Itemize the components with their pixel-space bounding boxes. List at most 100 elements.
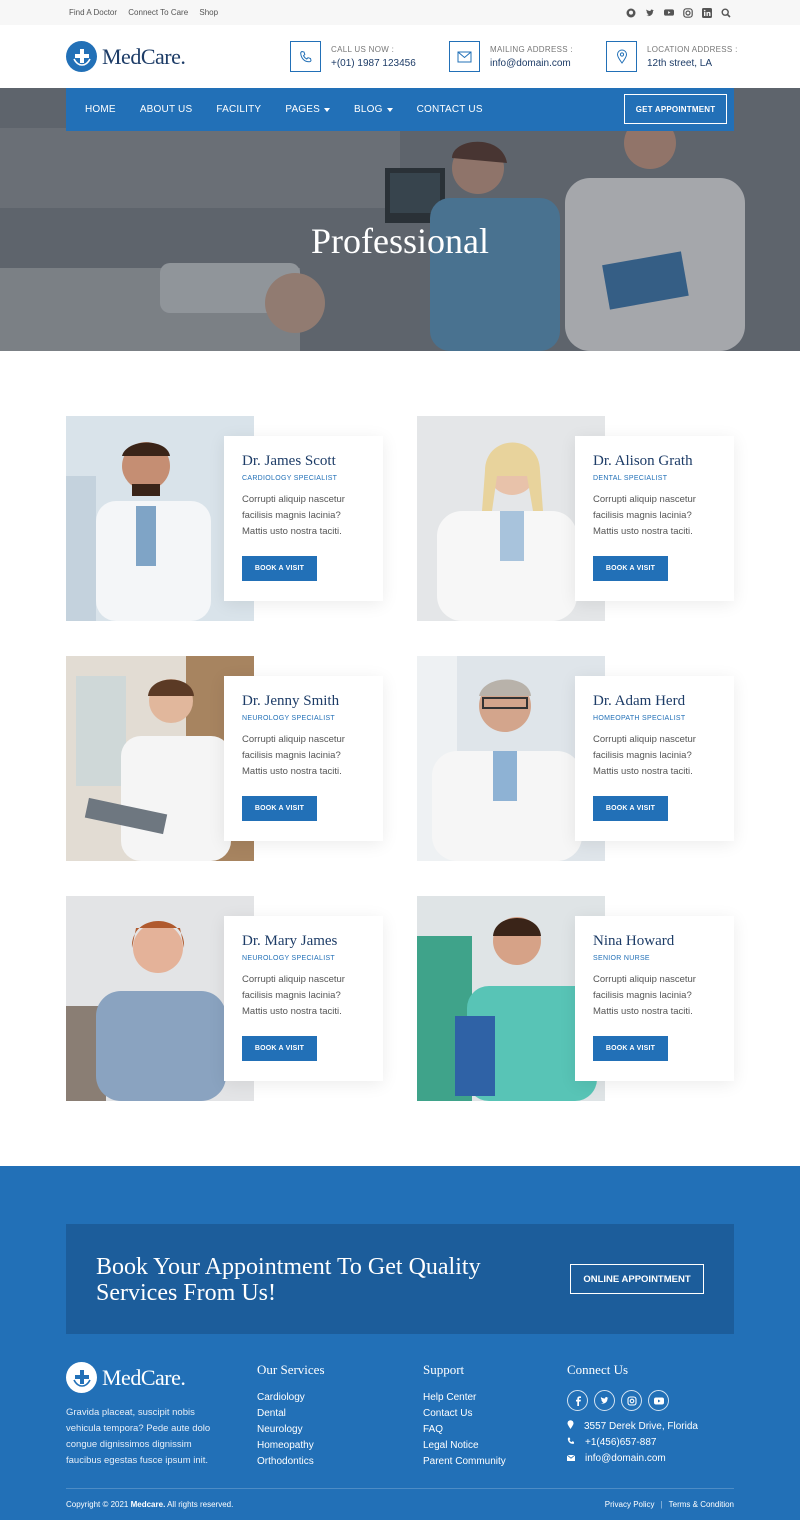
- doctor-card: Dr. Jenny Smith NEUROLOGY SPECIALIST Cor…: [66, 656, 383, 861]
- footer-link[interactable]: Orthodontics: [257, 1454, 325, 1470]
- doctor-role: DENTAL SPECIALIST: [593, 475, 668, 482]
- instagram-icon[interactable]: [683, 7, 693, 18]
- footer-email: info@domain.com: [566, 1451, 698, 1467]
- doctor-info-card: Dr. Mary James NEUROLOGY SPECIALIST Corr…: [224, 916, 383, 1081]
- youtube-icon[interactable]: [648, 1390, 669, 1411]
- twitter-icon[interactable]: [594, 1390, 615, 1411]
- doctor-info-card: Dr. Adam Herd HOMEOPATH SPECIALIST Corru…: [575, 676, 734, 841]
- doctor-name[interactable]: Dr. Alison Grath: [593, 453, 734, 470]
- top-link-find-doctor[interactable]: Find A Doctor: [69, 8, 117, 17]
- mail-value[interactable]: info@domain.com: [490, 58, 573, 69]
- footer-link[interactable]: Neurology: [257, 1422, 325, 1438]
- doctor-name[interactable]: Dr. James Scott: [242, 453, 383, 470]
- call-contact: CALL US NOW : +(01) 1987 123456: [290, 41, 416, 72]
- book-visit-button[interactable]: BOOK A VISIT: [242, 556, 317, 581]
- call-value[interactable]: +(01) 1987 123456: [331, 58, 416, 69]
- footer-description: Gravida placeat, suscipit nobis vehicula…: [66, 1407, 211, 1466]
- cta-title: Book Your Appointment To Get Quality Ser…: [96, 1254, 481, 1306]
- doctor-description: Corrupti aliquip nascetur facilisis magn…: [593, 974, 696, 1017]
- doctor-card: Dr. Alison Grath DENTAL SPECIALIST Corru…: [417, 416, 734, 621]
- doctor-card: Dr. James Scott CARDIOLOGY SPECIALIST Co…: [66, 416, 383, 621]
- doctor-info-card: Dr. Jenny Smith NEUROLOGY SPECIALIST Cor…: [224, 676, 383, 841]
- github-icon[interactable]: [626, 8, 636, 18]
- footer-social: [567, 1390, 698, 1411]
- location-pin-icon: [567, 1419, 574, 1435]
- doctor-name[interactable]: Nina Howard: [593, 933, 734, 950]
- nav-about-us[interactable]: ABOUT US: [140, 104, 193, 115]
- footer-link[interactable]: Parent Community: [423, 1454, 506, 1470]
- footer-connect-title: Connect Us: [567, 1362, 629, 1377]
- get-appointment-button[interactable]: GET APPOINTMENT: [624, 94, 727, 124]
- doctor-description: Corrupti aliquip nascetur facilisis magn…: [593, 494, 696, 537]
- book-visit-button[interactable]: BOOK A VISIT: [593, 796, 668, 821]
- nav-pages[interactable]: PAGES: [285, 104, 331, 115]
- doctor-role: SENIOR NURSE: [593, 955, 650, 962]
- linkedin-icon[interactable]: [702, 7, 712, 18]
- doctor-name[interactable]: Dr. Adam Herd: [593, 693, 734, 710]
- doctor-role: NEUROLOGY SPECIALIST: [242, 715, 336, 722]
- footer-logo[interactable]: MedCare.: [66, 1362, 226, 1393]
- online-appointment-button[interactable]: ONLINE APPOINTMENT: [570, 1264, 704, 1294]
- top-link-shop[interactable]: Shop: [199, 8, 218, 17]
- hero-banner: Professional HOME ABOUT US FACILITY PAGE…: [0, 88, 800, 351]
- footer-divider: [66, 1488, 734, 1489]
- search-icon[interactable]: [721, 7, 731, 18]
- footer-link[interactable]: Dental: [257, 1406, 325, 1422]
- main-nav: HOME ABOUT US FACILITY PAGES BLOG CONTAC…: [66, 88, 734, 131]
- mail-icon: [449, 41, 480, 72]
- book-visit-button[interactable]: BOOK A VISIT: [242, 1036, 317, 1061]
- location-contact: LOCATION ADDRESS : 12th street, LA: [606, 41, 738, 72]
- doctor-info-card: Dr. James Scott CARDIOLOGY SPECIALIST Co…: [224, 436, 383, 601]
- privacy-policy-link[interactable]: Privacy Policy: [605, 1500, 655, 1509]
- doctor-card: Nina Howard SENIOR NURSE Corrupti aliqui…: [417, 896, 734, 1101]
- facebook-icon[interactable]: [567, 1390, 588, 1411]
- book-visit-button[interactable]: BOOK A VISIT: [593, 1036, 668, 1061]
- nav-home[interactable]: HOME: [85, 104, 116, 115]
- doctor-name[interactable]: Dr. Mary James: [242, 933, 383, 950]
- site-logo[interactable]: MedCare.: [66, 41, 186, 72]
- footer-address: 3557 Derek Drive, Florida: [567, 1419, 698, 1435]
- logo-text: MedCare.: [102, 43, 186, 69]
- appointment-cta: Book Your Appointment To Get Quality Ser…: [66, 1224, 734, 1334]
- mail-icon: [566, 1451, 576, 1467]
- top-bar: Find A Doctor Connect To Care Shop: [0, 0, 800, 25]
- email-text[interactable]: info@domain.com: [585, 1451, 666, 1467]
- doctor-description: Corrupti aliquip nascetur facilisis magn…: [242, 734, 345, 777]
- footer-link[interactable]: FAQ: [423, 1422, 506, 1438]
- instagram-icon[interactable]: [621, 1390, 642, 1411]
- legal-separator: |: [660, 1500, 663, 1509]
- top-link-connect-care[interactable]: Connect To Care: [128, 8, 188, 17]
- doctor-name[interactable]: Dr. Jenny Smith: [242, 693, 383, 710]
- doctor-role: NEUROLOGY SPECIALIST: [242, 955, 336, 962]
- medical-cross-logo-icon: [66, 1362, 97, 1393]
- doctor-role: HOMEOPATH SPECIALIST: [593, 715, 686, 722]
- doctor-description: Corrupti aliquip nascetur facilisis magn…: [242, 974, 345, 1017]
- chevron-down-icon: [324, 107, 331, 112]
- footer-support-title: Support: [423, 1362, 465, 1377]
- doctor-info-card: Dr. Alison Grath DENTAL SPECIALIST Corru…: [575, 436, 734, 601]
- medical-cross-logo-icon: [66, 41, 97, 72]
- nav-blog[interactable]: BLOG: [354, 104, 393, 115]
- nav-contact-us[interactable]: CONTACT US: [417, 104, 483, 115]
- phone-icon: [567, 1435, 575, 1451]
- twitter-icon[interactable]: [645, 8, 655, 18]
- mail-contact: MAILING ADDRESS : info@domain.com: [449, 41, 573, 72]
- phone-text[interactable]: +1(456)657-887: [585, 1435, 656, 1451]
- youtube-icon[interactable]: [664, 8, 674, 18]
- footer-link[interactable]: Cardiology: [257, 1390, 325, 1406]
- footer-link[interactable]: Contact Us: [423, 1406, 506, 1422]
- footer-logo-text: MedCare.: [102, 1364, 186, 1390]
- doctor-description: Corrupti aliquip nascetur facilisis magn…: [242, 494, 345, 537]
- site-header: MedCare. CALL US NOW : +(01) 1987 123456…: [0, 25, 800, 88]
- terms-link[interactable]: Terms & Condition: [669, 1500, 734, 1509]
- book-visit-button[interactable]: BOOK A VISIT: [593, 556, 668, 581]
- book-visit-button[interactable]: BOOK A VISIT: [242, 796, 317, 821]
- phone-icon: [290, 41, 321, 72]
- nav-facility[interactable]: FACILITY: [216, 104, 261, 115]
- footer-link[interactable]: Homeopathy: [257, 1438, 325, 1454]
- location-pin-icon: [606, 41, 637, 72]
- footer-link[interactable]: Legal Notice: [423, 1438, 506, 1454]
- footer-services-title: Our Services: [257, 1362, 325, 1377]
- footer-link[interactable]: Help Center: [423, 1390, 506, 1406]
- top-social: [626, 7, 731, 18]
